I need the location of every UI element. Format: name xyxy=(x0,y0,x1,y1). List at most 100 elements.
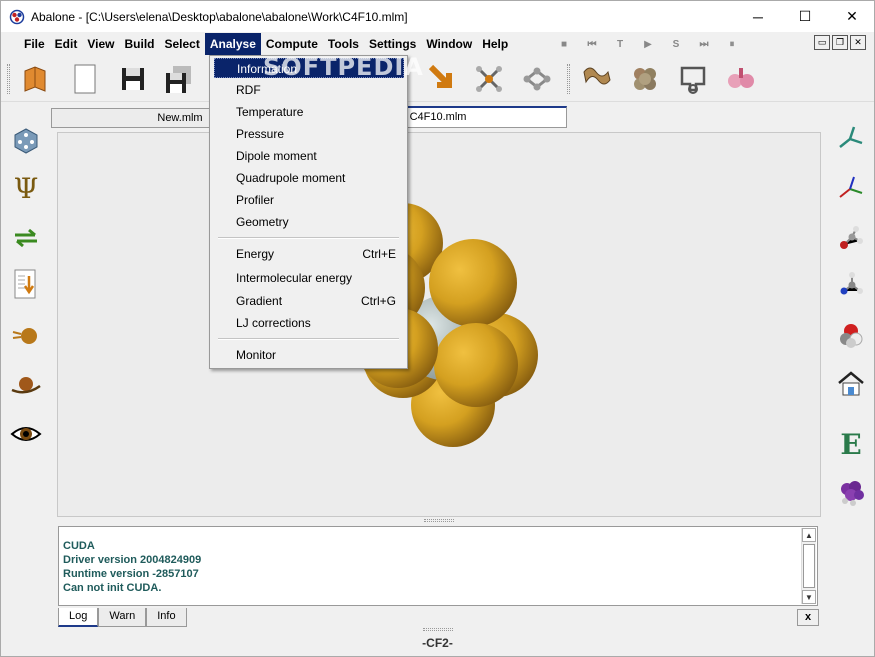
menu-help[interactable]: Help xyxy=(477,33,513,55)
menu-item-intermolecular-energy[interactable]: Intermolecular energy xyxy=(214,268,404,288)
menu-item-information[interactable]: Information xyxy=(214,58,404,78)
status-bar: -CF2- xyxy=(1,628,874,657)
menu-compute[interactable]: Compute xyxy=(261,33,323,55)
step-icon[interactable]: S xyxy=(662,37,690,51)
protein-helix-icon[interactable] xyxy=(579,61,615,97)
title-bar: Abalone - [C:\Users\elena\Desktop\abalon… xyxy=(1,1,874,32)
menu-file[interactable]: File xyxy=(19,33,50,55)
dumbbell-molecule-icon[interactable] xyxy=(723,61,759,97)
scroll-up-icon[interactable]: ▲ xyxy=(802,528,816,542)
menu-view[interactable]: View xyxy=(82,33,119,55)
skip-forward-icon[interactable]: ⏭ xyxy=(690,37,718,51)
status-text: -CF2- xyxy=(422,636,453,650)
menu-settings[interactable]: Settings xyxy=(364,33,421,55)
molecule-cross-icon[interactable] xyxy=(471,61,507,97)
toolbar-grip[interactable] xyxy=(567,64,570,94)
ball-stick-blue-icon[interactable] xyxy=(834,269,868,303)
log-line: Driver version 2004824909 xyxy=(63,554,202,566)
mdi-minimize-button[interactable]: ▭ xyxy=(814,35,830,50)
menu-item-pressure[interactable]: Pressure xyxy=(214,124,404,144)
temperature-icon[interactable]: T xyxy=(606,37,634,51)
energy-e-icon[interactable]: E xyxy=(834,427,868,461)
open-book-icon[interactable] xyxy=(17,61,53,97)
stop-icon[interactable]: ■ xyxy=(550,37,578,51)
particle-orbit-icon[interactable] xyxy=(9,369,43,403)
panel-splitter[interactable] xyxy=(57,517,821,525)
menu-select[interactable]: Select xyxy=(159,33,204,55)
menu-item-energy[interactable]: Energy Ctrl+E xyxy=(214,244,404,264)
tab-info[interactable]: Info xyxy=(146,608,187,627)
menu-item-temperature[interactable]: Temperature xyxy=(214,102,404,122)
menu-item-label: Quadrupole moment xyxy=(236,171,346,185)
menu-edit[interactable]: Edit xyxy=(50,33,83,55)
simulation-controls: ■ ⏮ T ▶ S ⏭ ⏸ xyxy=(550,37,746,51)
menu-item-dipole-moment[interactable]: Dipole moment xyxy=(214,146,404,166)
analyse-dropdown-menu: Information RDF Temperature Pressure Dip… xyxy=(209,55,408,369)
document-down-icon[interactable] xyxy=(9,267,43,301)
purple-cluster-icon[interactable] xyxy=(834,475,868,509)
skip-back-icon[interactable]: ⏮ xyxy=(578,37,606,51)
house-icon[interactable] xyxy=(834,367,868,401)
molecule-bonds-icon[interactable] xyxy=(519,61,555,97)
save-icon[interactable] xyxy=(115,61,151,97)
menu-item-label: Information xyxy=(237,62,298,76)
close-button[interactable]: ✕ xyxy=(829,1,875,32)
status-grip[interactable] xyxy=(423,628,453,631)
menu-item-label: Intermolecular energy xyxy=(236,271,353,285)
menu-item-profiler[interactable]: Profiler xyxy=(214,190,404,210)
toolbar-grip[interactable] xyxy=(7,64,10,94)
menu-item-monitor[interactable]: Monitor xyxy=(214,345,404,365)
ball-stick-icon[interactable] xyxy=(834,221,868,255)
menu-tools[interactable]: Tools xyxy=(323,33,364,55)
mdi-close-button[interactable]: ✕ xyxy=(850,35,866,50)
menu-window[interactable]: Window xyxy=(421,33,477,55)
menu-item-label: Pressure xyxy=(236,127,285,141)
fluorine-atom xyxy=(429,239,517,327)
menu-item-gradient[interactable]: Gradient Ctrl+G xyxy=(214,291,404,311)
eye-icon[interactable] xyxy=(9,417,43,451)
mdi-restore-button[interactable]: ❐ xyxy=(832,35,848,50)
particle-fly-icon[interactable] xyxy=(9,319,43,353)
bond-stick-icon[interactable] xyxy=(834,121,868,155)
menu-analyse[interactable]: Analyse xyxy=(204,33,261,55)
exchange-arrows-icon[interactable] xyxy=(9,221,43,255)
dice-icon[interactable] xyxy=(9,123,43,157)
tab-warn[interactable]: Warn xyxy=(98,608,147,627)
menu-item-label: Energy xyxy=(236,247,275,261)
menu-item-shortcut: Ctrl+G xyxy=(360,294,396,308)
cluster-icon[interactable] xyxy=(627,61,663,97)
colored-bonds-icon[interactable] xyxy=(834,171,868,205)
log-line: Runtime version -2857107 xyxy=(63,568,199,580)
menu-item-label: Monitor xyxy=(236,348,277,362)
psi-icon[interactable]: Ψ xyxy=(9,171,43,205)
menu-item-lj-corrections[interactable]: LJ corrections xyxy=(214,313,404,333)
molecule-viewport[interactable] xyxy=(57,132,821,517)
minimize-button[interactable]: ─ xyxy=(735,1,781,32)
scrollbar-thumb[interactable] xyxy=(803,544,815,588)
menu-item-label: RDF xyxy=(236,83,261,97)
pause-icon[interactable]: ⏸ xyxy=(718,37,746,51)
molecule-render[interactable] xyxy=(58,133,820,516)
play-icon[interactable]: ▶ xyxy=(634,37,662,51)
shrink-arrow-icon[interactable] xyxy=(425,61,461,97)
right-toolbar: E xyxy=(826,105,874,515)
save-all-icon[interactable] xyxy=(161,61,197,97)
menu-item-label: Temperature xyxy=(236,105,304,119)
tab-log[interactable]: Log xyxy=(58,608,99,627)
log-scrollbar[interactable]: ▲ ▼ xyxy=(801,528,816,604)
fluorine-atom xyxy=(434,323,518,407)
maximize-button[interactable]: ☐ xyxy=(782,1,828,32)
menu-build[interactable]: Build xyxy=(119,33,159,55)
spacefill-icon[interactable] xyxy=(834,319,868,353)
close-log-button[interactable]: x xyxy=(797,609,819,626)
menu-separator xyxy=(218,237,399,239)
log-panel: CUDA Driver version 2004824909 Runtime v… xyxy=(58,526,818,606)
scroll-down-icon[interactable]: ▼ xyxy=(802,590,816,604)
menu-item-quadrupole-moment[interactable]: Quadrupole moment xyxy=(214,168,404,188)
log-tabs: Log Warn Info xyxy=(58,608,187,628)
menu-item-rdf[interactable]: RDF xyxy=(214,80,404,100)
mdi-controls: ▭ ❐ ✕ xyxy=(814,35,866,50)
menu-item-geometry[interactable]: Geometry xyxy=(214,212,404,232)
new-file-icon[interactable] xyxy=(67,61,103,97)
flask-icon[interactable] xyxy=(675,61,711,97)
